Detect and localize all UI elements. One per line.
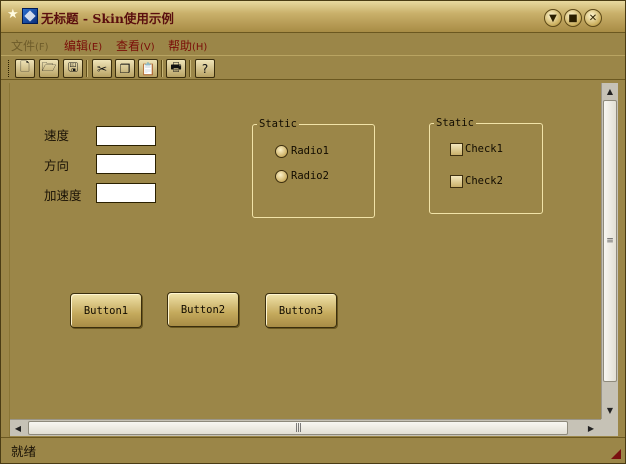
vertical-scroll-thumb[interactable]: ≡	[603, 100, 617, 382]
speed-input[interactable]	[96, 126, 156, 146]
resize-grip-icon[interactable]	[611, 449, 621, 459]
radio1-button[interactable]	[275, 145, 288, 158]
copy-icon: ❐	[119, 61, 131, 76]
new-document-icon: 🗋	[20, 60, 30, 74]
acceleration-label: 加速度	[44, 188, 82, 203]
grip-icon: |||	[294, 423, 302, 433]
toolbar-separator	[86, 60, 88, 77]
radio2-label[interactable]: Radio2	[291, 170, 329, 182]
scroll-left-arrow[interactable]: ◀	[10, 420, 26, 436]
copy-button[interactable]: ❐	[115, 59, 135, 78]
client-area: 速度 方向 加速度 Static Radio1 Radio2 Static Ch…	[10, 83, 600, 419]
toolbar-grip[interactable]	[8, 60, 11, 77]
radio-group-title: Static	[257, 117, 299, 131]
paste-icon: 📋	[140, 61, 156, 76]
menu-bar: 文件(F) 编辑(E) 查看(V) 帮助(H)	[1, 34, 625, 56]
menu-edit-accel: (E)	[88, 42, 103, 53]
paste-button[interactable]: 📋	[138, 59, 158, 78]
menu-file-accel: (F)	[35, 42, 49, 53]
toolbar-separator	[161, 60, 163, 77]
menu-help[interactable]: 帮助(H)	[168, 37, 207, 54]
arrow-left-icon: ◀	[14, 423, 22, 433]
menu-file-label: 文件	[11, 39, 36, 53]
horizontal-scroll-thumb[interactable]: |||	[28, 421, 568, 435]
checkbox-group-title: Static	[434, 116, 476, 130]
check2-box[interactable]	[450, 175, 463, 188]
status-text: 就绪	[11, 444, 37, 459]
speed-label: 速度	[44, 128, 70, 143]
cut-icon: ✂	[96, 61, 108, 76]
arrow-down-icon: ▼	[549, 12, 557, 24]
arrow-down-icon: ▼	[606, 405, 614, 415]
app-icon[interactable]	[22, 8, 38, 24]
close-icon: ✕	[588, 12, 598, 24]
menu-edit-label: 编辑	[64, 39, 89, 53]
button2[interactable]: Button2	[167, 292, 239, 327]
button3[interactable]: Button3	[265, 293, 337, 328]
menu-view-label: 查看	[116, 39, 141, 53]
direction-label: 方向	[44, 158, 70, 173]
open-folder-icon: 🗁	[41, 60, 57, 74]
button1[interactable]: Button1	[70, 293, 142, 328]
acceleration-input[interactable]	[96, 183, 156, 203]
checkbox-group: Static Check1 Check2	[429, 116, 543, 214]
check1-box[interactable]	[450, 143, 463, 156]
print-icon: 🖶	[170, 60, 182, 74]
close-button[interactable]: ✕	[584, 9, 602, 27]
radio1-label[interactable]: Radio1	[291, 145, 329, 157]
grip-icon: ≡	[606, 236, 614, 246]
horizontal-scrollbar[interactable]: ◀ ||| ▶	[10, 419, 601, 436]
help-button[interactable]: ?	[195, 59, 215, 78]
menu-view-accel: (V)	[140, 42, 155, 53]
print-button[interactable]: 🖶	[166, 59, 186, 78]
new-button[interactable]: 🗋	[15, 59, 35, 78]
status-bar: 就绪	[1, 437, 625, 463]
vertical-scrollbar[interactable]: ▲ ≡ ▼	[601, 83, 618, 419]
left-frame	[1, 83, 10, 437]
menu-view[interactable]: 查看(V)	[116, 37, 155, 54]
menu-help-accel: (H)	[192, 42, 208, 53]
help-icon: ?	[201, 61, 209, 76]
scroll-down-arrow[interactable]: ▼	[602, 402, 618, 418]
scroll-right-arrow[interactable]: ▶	[583, 420, 599, 436]
scroll-up-arrow[interactable]: ▲	[602, 83, 618, 99]
star-icon[interactable]: ★	[7, 8, 21, 22]
square-icon: ■	[568, 12, 578, 24]
arrow-right-icon: ▶	[587, 423, 595, 433]
radio-group: Static Radio1 Radio2	[252, 117, 375, 218]
cut-button[interactable]: ✂	[92, 59, 112, 78]
title-bar[interactable]: ★ 无标题 - Skin使用示例 ▼ ■ ✕	[1, 1, 625, 33]
main-window: ★ 无标题 - Skin使用示例 ▼ ■ ✕ 文件(F) 编辑(E) 查看(V)…	[0, 0, 626, 464]
open-button[interactable]: 🗁	[39, 59, 59, 78]
check2-label[interactable]: Check2	[465, 175, 503, 187]
radio2-button[interactable]	[275, 170, 288, 183]
toolbar: 🗋 🗁 🖫 ✂ ❐ 📋 🖶 ?	[1, 57, 625, 80]
save-button[interactable]: 🖫	[63, 59, 83, 78]
toolbar-separator	[189, 60, 191, 77]
scrollbar-corner	[601, 419, 618, 436]
direction-input[interactable]	[96, 154, 156, 174]
right-frame	[618, 83, 625, 437]
arrow-up-icon: ▲	[606, 86, 614, 96]
check1-label[interactable]: Check1	[465, 143, 503, 155]
menu-file[interactable]: 文件(F)	[11, 37, 49, 54]
maximize-button[interactable]: ■	[564, 9, 582, 27]
minimize-button[interactable]: ▼	[544, 9, 562, 27]
menu-edit[interactable]: 编辑(E)	[64, 37, 102, 54]
save-icon: 🖫	[67, 60, 79, 74]
window-title: 无标题 - Skin使用示例	[41, 11, 174, 26]
menu-help-label: 帮助	[168, 39, 193, 53]
